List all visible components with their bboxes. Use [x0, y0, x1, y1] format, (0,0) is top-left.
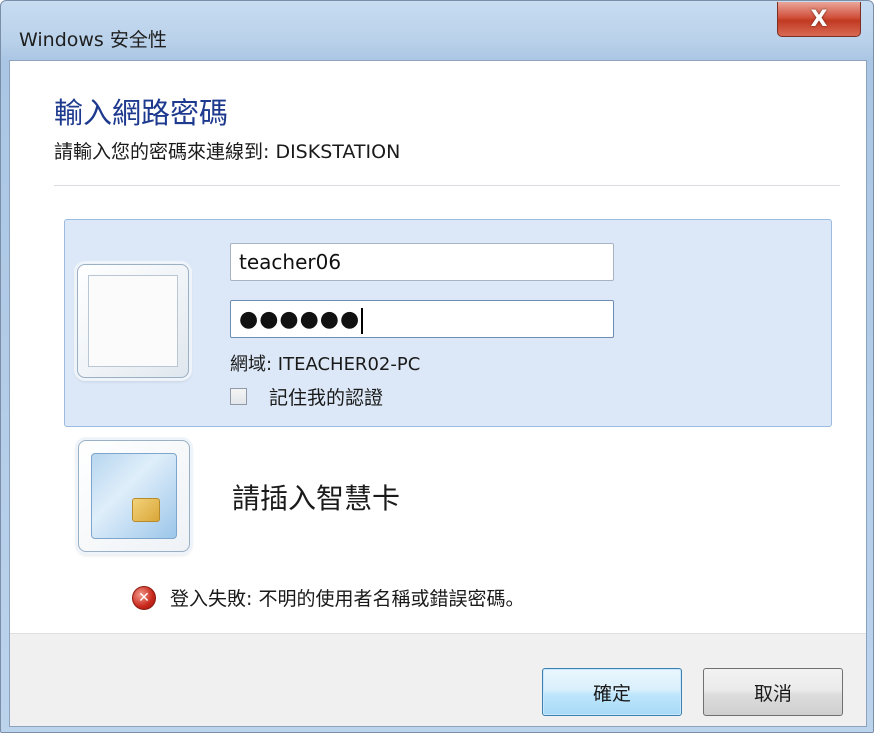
error-icon: ✕ [132, 585, 156, 610]
user-tile-icon [77, 264, 189, 378]
text-caret [361, 307, 364, 334]
page-subtitle: 請輸入您的密碼來連線到: DISKSTATION [54, 141, 401, 163]
domain-label: 網域: ITEACHER02-PC [230, 354, 421, 375]
smartcard-option-label[interactable]: 請插入智慧卡 [232, 477, 400, 517]
dialog-content: 輸入網路密碼 請輸入您的密碼來連線到: DISKSTATION teacher0… [9, 60, 867, 727]
credential-tile-selected[interactable]: teacher06 ●●●●●● 網域: ITEACHER02-PC 記住我的認… [64, 219, 832, 427]
password-mask: ●●●●●● [239, 307, 361, 332]
close-icon: X [810, 6, 828, 32]
error-message: 登入失敗: 不明的使用者名稱或錯誤密碼。 [170, 588, 525, 610]
smartcard-body [91, 453, 177, 539]
password-input[interactable]: ●●●●●● [230, 300, 614, 338]
smartcard-icon[interactable] [78, 440, 190, 552]
remember-credentials-row[interactable]: 記住我的認證 [230, 383, 383, 410]
button-bar: 確定 取消 [10, 633, 866, 726]
error-message-row: ✕ 登入失敗: 不明的使用者名稱或錯誤密碼。 [132, 584, 524, 611]
title-bar[interactable]: Windows 安全性 X [1, 1, 873, 51]
page-title: 輸入網路密碼 [54, 96, 229, 130]
remember-label[interactable]: 記住我的認證 [269, 383, 383, 410]
window-title: Windows 安全性 [19, 29, 167, 51]
close-button[interactable]: X [777, 2, 861, 37]
header-separator [54, 185, 840, 186]
username-input[interactable]: teacher06 [230, 243, 614, 281]
cancel-button[interactable]: 取消 [703, 668, 843, 716]
user-picture-frame [88, 275, 178, 367]
remember-checkbox[interactable] [230, 388, 247, 405]
ok-button[interactable]: 確定 [542, 668, 682, 716]
security-dialog-window: Windows 安全性 X 輸入網路密碼 請輸入您的密碼來連線到: DISKST… [0, 0, 874, 733]
smartcard-chip [132, 498, 160, 522]
